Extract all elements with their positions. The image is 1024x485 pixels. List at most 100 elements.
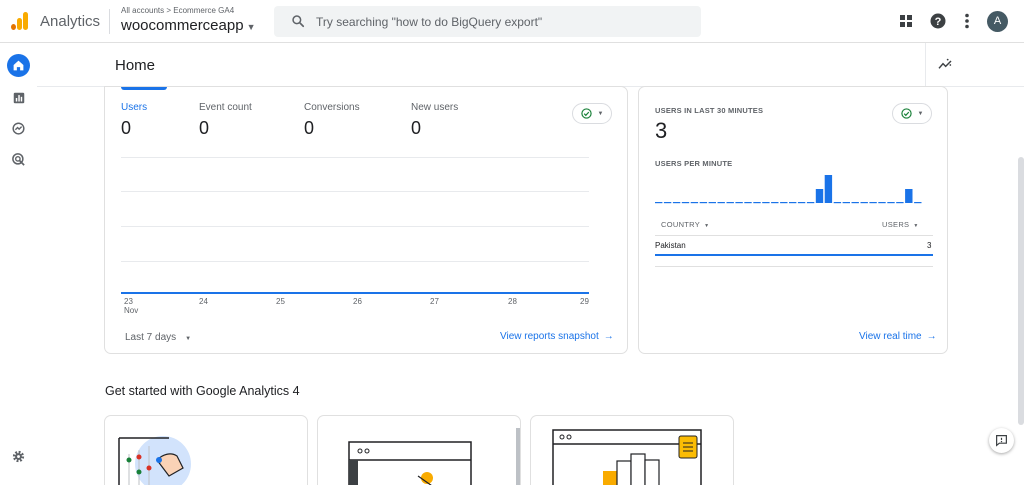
users-column-header[interactable]: USERS ▼ [882, 220, 919, 229]
account-selector[interactable]: woocommerceapp ▼ [121, 17, 255, 34]
metric-conversions-value: 0 [304, 118, 315, 138]
per-minute-baseline [672, 202, 681, 204]
users-per-minute-label: USERS PER MINUTE [655, 159, 733, 168]
gridline [121, 191, 589, 192]
x-tick-month: Nov [124, 306, 139, 315]
per-minute-baseline [860, 202, 868, 204]
per-minute-baseline [762, 202, 770, 204]
view-real-time-link[interactable]: View real time → [859, 331, 937, 342]
per-minute-baseline [914, 202, 922, 204]
per-minute-baseline [681, 202, 690, 204]
per-minute-baseline [842, 202, 850, 204]
caret-down-icon: ▼ [913, 223, 919, 229]
svg-text:?: ? [935, 16, 942, 28]
x-tick-label: 29 [580, 297, 589, 306]
breadcrumb[interactable]: All accounts > Ecommerce GA4 [121, 6, 234, 15]
illustration-browser-setup [348, 428, 520, 485]
gridline [121, 226, 589, 227]
per-minute-baseline [708, 202, 716, 204]
page-title: Home [115, 57, 156, 74]
settings-icon[interactable] [7, 445, 30, 468]
per-minute-baseline [896, 202, 904, 204]
table-row-users: 3 [927, 241, 932, 250]
per-minute-baseline [780, 202, 788, 204]
per-minute-bar [815, 189, 824, 203]
per-minute-baseline [744, 202, 752, 204]
date-range-label: Last 7 days [125, 332, 177, 343]
users-header-label: USERS [882, 220, 910, 229]
realtime-comparison-chip[interactable]: ▼ [892, 103, 932, 124]
per-minute-baseline [869, 202, 877, 204]
advertising-icon[interactable] [7, 148, 30, 171]
per-minute-baseline [878, 202, 886, 204]
home-icon[interactable] [7, 54, 30, 77]
per-minute-baseline [789, 202, 797, 204]
comparison-chip[interactable]: ▼ [572, 103, 612, 124]
per-minute-baseline [851, 202, 859, 204]
view-reports-snapshot-link[interactable]: View reports snapshot → [500, 331, 614, 342]
overview-card: Users 0 Event count 0 Conversions 0 New … [104, 86, 628, 354]
per-minute-baseline [735, 202, 743, 204]
search-box[interactable] [274, 6, 701, 37]
realtime-title: USERS IN LAST 30 MINUTES [655, 106, 764, 115]
page-header: Home [37, 43, 1024, 87]
x-tick-label: 26 [353, 297, 362, 306]
metric-events-label[interactable]: Event count [199, 102, 252, 113]
top-bar: Analytics All accounts > Ecommerce GA4 w… [0, 0, 1024, 43]
per-minute-baseline [833, 202, 842, 204]
per-minute-baseline [699, 202, 708, 204]
illustration-chart-hand [118, 436, 191, 485]
x-tick-label: 24 [199, 297, 208, 306]
per-minute-baseline [771, 202, 779, 204]
analytics-logo-icon[interactable] [11, 12, 29, 30]
account-name: woocommerceapp [121, 17, 244, 34]
search-input[interactable] [316, 12, 686, 32]
arrow-right-icon: → [603, 331, 614, 342]
getting-started-card-3[interactable] [530, 415, 734, 485]
help-icon[interactable]: ? [928, 11, 948, 31]
realtime-users-value: 3 [655, 118, 668, 143]
getting-started-card-2[interactable] [317, 415, 521, 485]
per-minute-baseline [690, 202, 699, 204]
per-minute-baseline [797, 202, 806, 204]
per-minute-baseline [655, 202, 663, 204]
apps-grid-icon[interactable] [896, 11, 916, 31]
caret-down-icon: ▼ [597, 110, 604, 117]
caret-down-icon: ▼ [917, 110, 924, 117]
gridline [121, 157, 589, 158]
per-minute-baseline [753, 202, 761, 204]
insights-icon[interactable] [925, 43, 963, 87]
search-icon [292, 15, 305, 28]
metric-users-label[interactable]: Users [121, 102, 147, 113]
country-column-header[interactable]: COUNTRY ▼ [661, 220, 709, 229]
avatar[interactable]: A [987, 11, 1008, 32]
x-tick-label: 27 [430, 297, 439, 306]
check-circle-icon [580, 108, 592, 119]
metric-conversions-label[interactable]: Conversions [304, 102, 360, 113]
active-metric-indicator [121, 87, 167, 90]
date-range-selector[interactable]: Last 7 days ▼ [125, 332, 191, 343]
feedback-icon[interactable] [989, 428, 1014, 453]
line-chart [121, 292, 589, 294]
getting-started-card-1[interactable] [104, 415, 308, 485]
main-content: Home Users 0 Event count 0 Conversions 0… [37, 43, 1024, 485]
per-minute-baseline [887, 202, 895, 204]
reports-icon[interactable] [7, 86, 30, 109]
divider [109, 9, 110, 34]
table-divider [655, 266, 933, 267]
metric-events-value: 0 [199, 118, 210, 138]
x-tick-label: 23 [124, 297, 133, 306]
metric-users-value: 0 [121, 118, 132, 138]
caret-down-icon: ▼ [246, 22, 256, 32]
getting-started-title: Get started with Google Analytics 4 [105, 384, 300, 398]
per-minute-baseline [726, 202, 734, 204]
more-vert-icon[interactable] [957, 11, 977, 31]
country-header-label: COUNTRY [661, 220, 701, 229]
explore-icon[interactable] [7, 117, 30, 140]
scrollbar[interactable] [1018, 157, 1024, 425]
x-tick-label: 28 [508, 297, 517, 306]
arrow-right-icon: → [926, 331, 937, 342]
metric-newusers-label[interactable]: New users [411, 102, 458, 113]
per-minute-baseline [717, 202, 725, 204]
gridline [121, 261, 589, 262]
